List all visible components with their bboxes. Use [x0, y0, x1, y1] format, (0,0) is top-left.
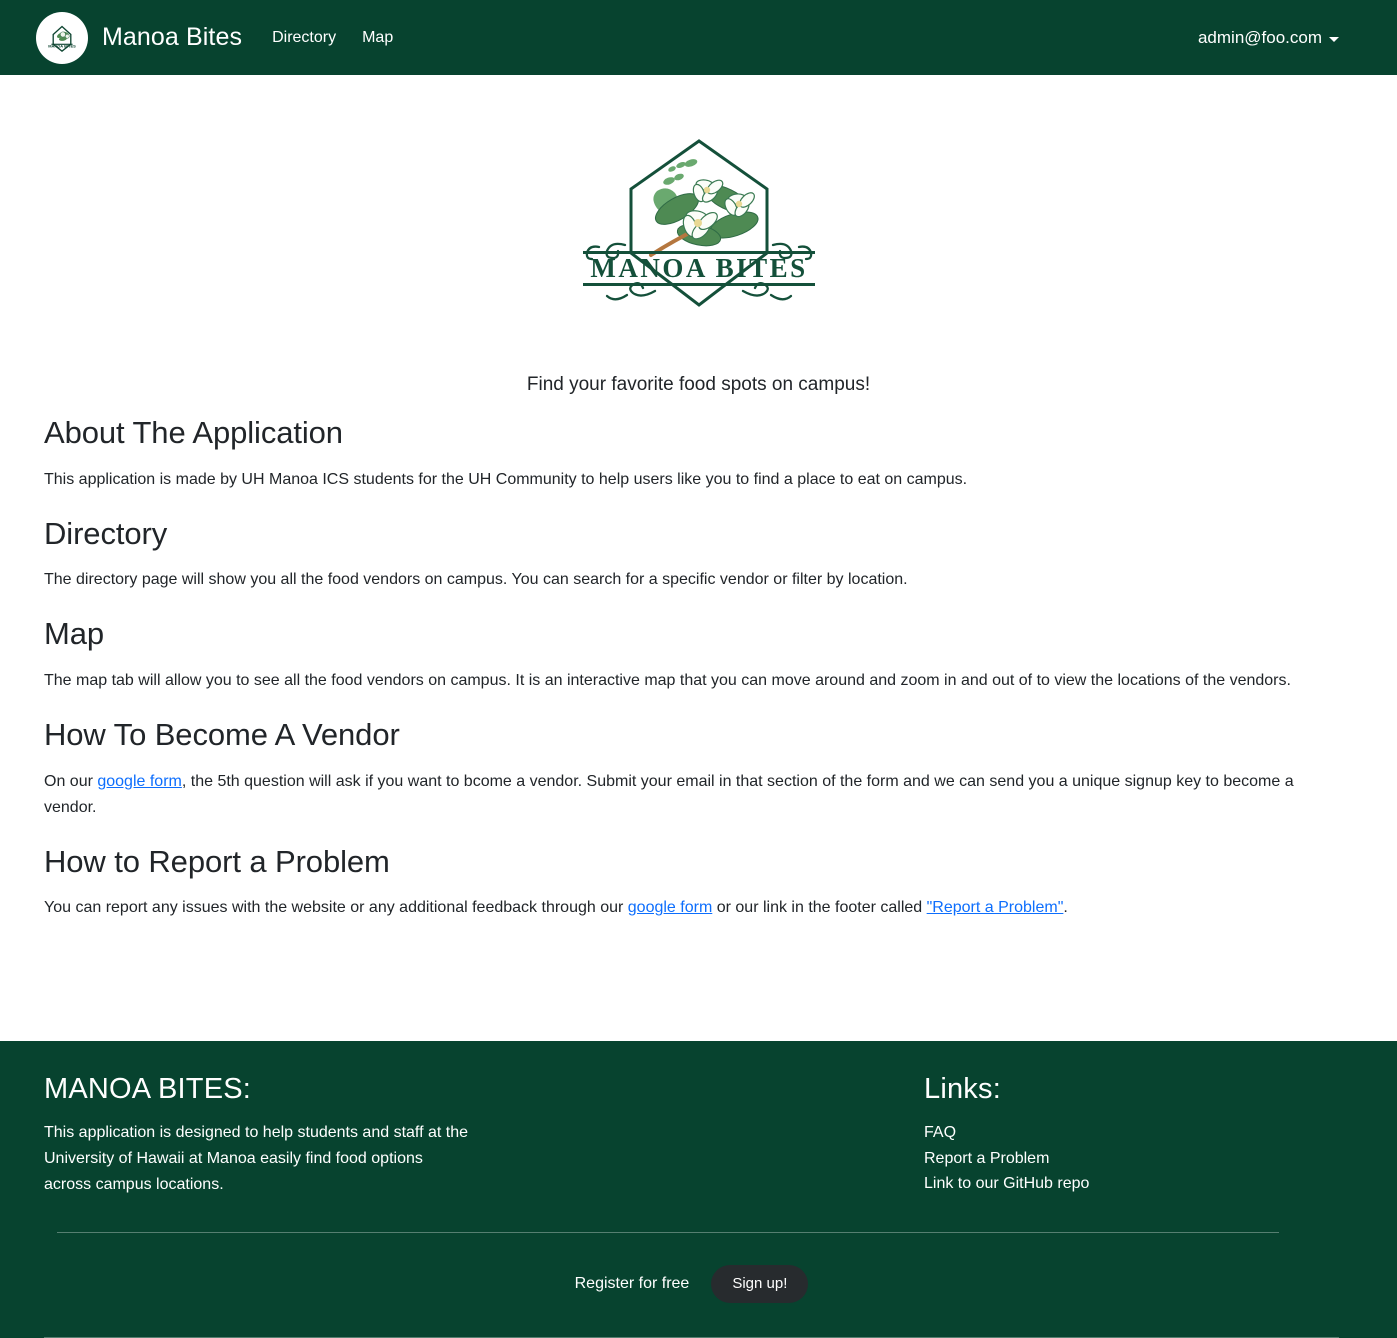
footer-link-report-problem[interactable]: Report a Problem	[924, 1150, 1049, 1167]
footer-title: MANOA BITES:	[44, 1073, 252, 1106]
report-text-before: You can report any issues with the websi…	[44, 899, 628, 917]
report-text-end: .	[1063, 899, 1068, 917]
directory-text: The directory page will show you all the…	[44, 571, 908, 589]
brand-group[interactable]: MANOA BITES Manoa Bites	[36, 11, 243, 64]
google-form-link-report[interactable]: google form	[628, 899, 713, 916]
section-heading-map: Map	[44, 616, 105, 652]
nav-link-map[interactable]: Map	[362, 29, 393, 47]
vendor-text-after: , the 5th question will ask if you want …	[44, 772, 1294, 816]
user-email-label: admin@foo.com	[1197, 27, 1322, 47]
section-body-report: You can report any issues with the websi…	[44, 895, 1312, 921]
report-a-problem-link[interactable]: "Report a Problem"	[927, 899, 1064, 916]
section-body-map: The map tab will allow you to see all th…	[44, 668, 1312, 694]
user-menu-dropdown[interactable]: admin@foo.com	[1198, 28, 1339, 48]
map-text: The map tab will allow you to see all th…	[44, 672, 1291, 690]
section-heading-report: How to Report a Problem	[44, 843, 390, 879]
nav-links: Directory Map	[272, 29, 393, 47]
content-bottom-spacer	[0, 921, 1397, 1041]
hero-logo-wrap: MANOA BITES	[0, 75, 1397, 332]
google-form-link-vendor[interactable]: google form	[97, 773, 182, 790]
svg-text:MANOA BITES: MANOA BITES	[48, 43, 76, 48]
sign-up-button[interactable]: Sign up!	[711, 1264, 809, 1303]
manoa-bites-badge-icon[interactable]: MANOA BITES	[36, 11, 88, 64]
hero-tagline: Find your favorite food spots on campus!	[526, 374, 871, 395]
nav-link-directory[interactable]: Directory	[272, 29, 336, 47]
section-body-directory: The directory page will show you all the…	[44, 567, 1312, 593]
footer-link-faq[interactable]: FAQ	[924, 1124, 956, 1141]
footer-link-github-repo[interactable]: Link to our GitHub repo	[924, 1175, 1089, 1192]
chevron-down-icon	[1329, 36, 1339, 42]
section-heading-about: About The Application	[44, 415, 343, 450]
section-heading-directory: Directory	[44, 515, 168, 551]
footer-links-column: Links: FAQ Report a Problem Link to our …	[924, 1073, 1339, 1197]
sections-container: About The Application This application i…	[0, 414, 1397, 921]
list-item[interactable]: FAQ	[924, 1120, 1339, 1146]
register-label: Register for free	[574, 1274, 690, 1292]
site-footer: MANOA BITES: This application is designe…	[0, 1041, 1397, 1338]
footer-columns: MANOA BITES: This application is designe…	[44, 1073, 1339, 1198]
main-content: MANOA BITES Find your favorite food spot…	[0, 75, 1397, 1042]
about-text: This application is made by UH Manoa ICS…	[44, 470, 968, 488]
footer-register-row: Register for free Sign up!	[44, 1233, 1339, 1337]
svg-text:MANOA BITES: MANOA BITES	[590, 253, 807, 283]
section-body-vendor: On our google form, the 5th question wil…	[44, 769, 1312, 821]
footer-about-column: MANOA BITES: This application is designe…	[44, 1073, 924, 1198]
section-body-about: This application is made by UH Manoa ICS…	[44, 467, 1312, 493]
list-item[interactable]: Link to our GitHub repo	[924, 1171, 1339, 1197]
top-navbar: MANOA BITES Manoa Bites Directory Map ad…	[0, 0, 1397, 75]
manoa-bites-logo-icon: MANOA BITES	[569, 127, 829, 332]
footer-links-title: Links:	[924, 1073, 1001, 1106]
vendor-text-before: On our	[44, 772, 98, 790]
list-item[interactable]: Report a Problem	[924, 1146, 1339, 1172]
footer-links-list: FAQ Report a Problem Link to our GitHub …	[924, 1120, 1339, 1197]
footer-description: This application is designed to help stu…	[44, 1124, 468, 1193]
section-heading-vendor: How To Become A Vendor	[44, 716, 400, 752]
brand-title: Manoa Bites	[102, 23, 243, 51]
report-text-mid: or our link in the footer called	[712, 899, 927, 917]
